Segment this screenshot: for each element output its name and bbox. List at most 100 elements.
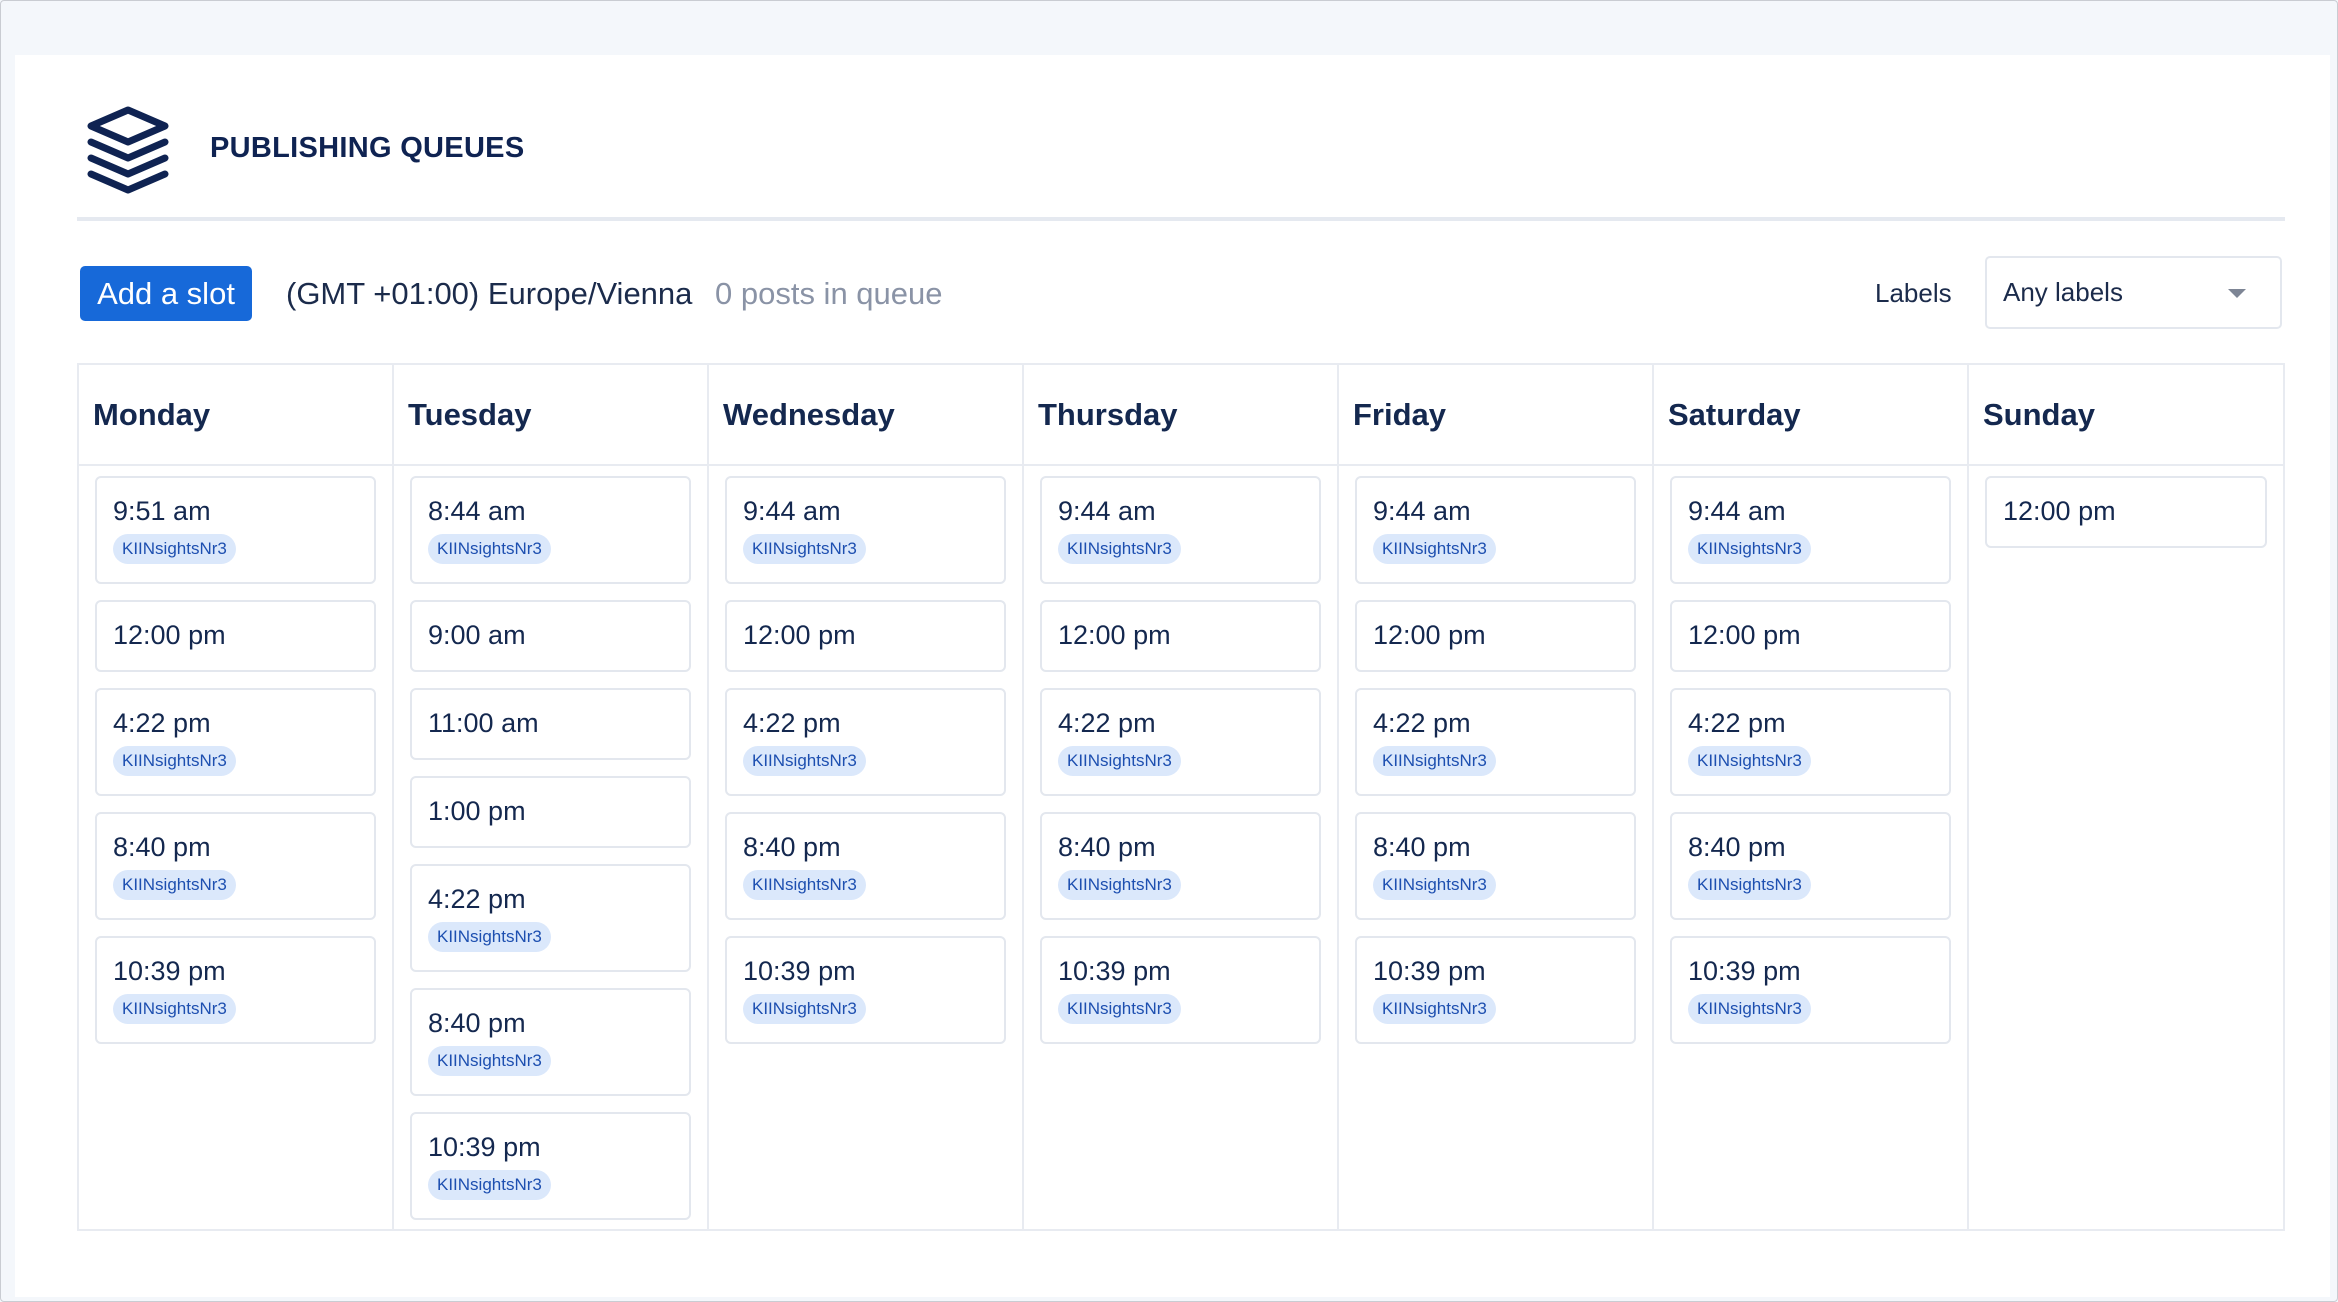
time-slot[interactable]: 12:00 pm (1355, 600, 1636, 672)
time-slot[interactable]: 4:22 pm KIINsightsNr3 (1355, 688, 1636, 796)
day-header: Saturday (1654, 365, 1967, 466)
labels-filter-label: Labels (1875, 278, 1952, 308)
slot-label-badge: KIINsightsNr3 (113, 534, 236, 564)
slot-label-badge: KIINsightsNr3 (113, 746, 236, 776)
slot-time: 1:00 pm (428, 796, 526, 826)
slot-time: 4:22 pm (113, 708, 211, 738)
day-column-sunday: Sunday 12:00 pm (1969, 365, 2283, 1229)
slot-time: 10:39 pm (113, 956, 226, 986)
slot-label-badge: KIINsightsNr3 (1373, 534, 1496, 564)
time-slot[interactable]: 11:00 am (410, 688, 691, 760)
time-slot[interactable]: 8:40 pm KIINsightsNr3 (95, 812, 376, 920)
timezone-label: (GMT +01:00) Europe/Vienna (286, 276, 693, 311)
chevron-down-icon (2228, 289, 2246, 298)
time-slot[interactable]: 8:44 am KIINsightsNr3 (410, 476, 691, 584)
day-header: Tuesday (394, 365, 707, 466)
time-slot[interactable]: 12:00 pm (1040, 600, 1321, 672)
slot-time: 12:00 pm (1058, 620, 1171, 650)
time-slot[interactable]: 9:44 am KIINsightsNr3 (1040, 476, 1321, 584)
day-column-friday: Friday 9:44 am KIINsightsNr3 12:00 pm 4:22 p… (1339, 365, 1654, 1229)
slot-label-badge: KIINsightsNr3 (743, 534, 866, 564)
labels-select-value: Any labels (2003, 277, 2123, 307)
slot-time: 9:51 am (113, 496, 211, 526)
slot-time: 4:22 pm (1373, 708, 1471, 738)
time-slot[interactable]: 10:39 pm KIINsightsNr3 (1040, 936, 1321, 1044)
day-header: Thursday (1024, 365, 1337, 466)
day-header: Wednesday (709, 365, 1022, 466)
slot-label-badge: KIINsightsNr3 (1058, 870, 1181, 900)
time-slot[interactable]: 8:40 pm KIINsightsNr3 (410, 988, 691, 1096)
slot-time: 9:44 am (1688, 496, 1786, 526)
time-slot[interactable]: 4:22 pm KIINsightsNr3 (410, 864, 691, 972)
slot-label-badge: KIINsightsNr3 (1688, 534, 1811, 564)
slot-label-badge: KIINsightsNr3 (1058, 994, 1181, 1024)
slot-label-badge: KIINsightsNr3 (1373, 746, 1496, 776)
time-slot[interactable]: 4:22 pm KIINsightsNr3 (725, 688, 1006, 796)
slot-time: 9:44 am (1373, 496, 1471, 526)
queue-count: 0 posts in queue (715, 276, 943, 311)
queue-panel: PUBLISHING QUEUES Add a slot (GMT +01:00… (15, 55, 2330, 1297)
slot-time: 4:22 pm (428, 884, 526, 914)
time-slot[interactable]: 9:51 am KIINsightsNr3 (95, 476, 376, 584)
slot-time: 4:22 pm (743, 708, 841, 738)
slot-time: 8:40 pm (428, 1008, 526, 1038)
week-grid: Monday 9:51 am KIINsightsNr3 12:00 pm 4:22 p… (77, 363, 2285, 1231)
day-column-wednesday: Wednesday 9:44 am KIINsightsNr3 12:00 pm 4:2… (709, 365, 1024, 1229)
slot-time: 10:39 pm (428, 1132, 541, 1162)
slot-list: 9:44 am KIINsightsNr3 12:00 pm 4:22 pm KIINs… (709, 466, 1022, 1044)
time-slot[interactable]: 12:00 pm (1670, 600, 1951, 672)
slot-time: 10:39 pm (743, 956, 856, 986)
time-slot[interactable]: 12:00 pm (1985, 476, 2267, 548)
slot-label-badge: KIINsightsNr3 (428, 534, 551, 564)
slot-label-badge: KIINsightsNr3 (743, 994, 866, 1024)
slot-label-badge: KIINsightsNr3 (1373, 994, 1496, 1024)
time-slot[interactable]: 4:22 pm KIINsightsNr3 (1670, 688, 1951, 796)
slot-time: 4:22 pm (1688, 708, 1786, 738)
page-title: PUBLISHING QUEUES (210, 132, 525, 164)
slot-label-badge: KIINsightsNr3 (743, 870, 866, 900)
time-slot[interactable]: 8:40 pm KIINsightsNr3 (1040, 812, 1321, 920)
slot-time: 12:00 pm (1688, 620, 1801, 650)
time-slot[interactable]: 8:40 pm KIINsightsNr3 (1670, 812, 1951, 920)
slot-time: 10:39 pm (1688, 956, 1801, 986)
slot-list: 9:44 am KIINsightsNr3 12:00 pm 4:22 pm KIINs… (1654, 466, 1967, 1044)
slot-label-badge: KIINsightsNr3 (1058, 746, 1181, 776)
time-slot[interactable]: 10:39 pm KIINsightsNr3 (1670, 936, 1951, 1044)
time-slot[interactable]: 10:39 pm KIINsightsNr3 (725, 936, 1006, 1044)
slot-time: 12:00 pm (113, 620, 226, 650)
time-slot[interactable]: 10:39 pm KIINsightsNr3 (95, 936, 376, 1044)
time-slot[interactable]: 9:44 am KIINsightsNr3 (1355, 476, 1636, 584)
slot-time: 8:40 pm (113, 832, 211, 862)
time-slot[interactable]: 12:00 pm (725, 600, 1006, 672)
slot-time: 8:40 pm (1058, 832, 1156, 862)
slot-time: 11:00 am (428, 708, 539, 738)
stacked-layers-icon (87, 106, 169, 194)
time-slot[interactable]: 12:00 pm (95, 600, 376, 672)
slot-time: 8:40 pm (743, 832, 841, 862)
time-slot[interactable]: 4:22 pm KIINsightsNr3 (95, 688, 376, 796)
time-slot[interactable]: 8:40 pm KIINsightsNr3 (725, 812, 1006, 920)
slot-label-badge: KIINsightsNr3 (1688, 870, 1811, 900)
slot-list: 9:44 am KIINsightsNr3 12:00 pm 4:22 pm KIINs… (1024, 466, 1337, 1044)
time-slot[interactable]: 10:39 pm KIINsightsNr3 (1355, 936, 1636, 1044)
time-slot[interactable]: 4:22 pm KIINsightsNr3 (1040, 688, 1321, 796)
slot-time: 8:40 pm (1688, 832, 1786, 862)
slot-label-badge: KIINsightsNr3 (743, 746, 866, 776)
day-header: Sunday (1969, 365, 2283, 466)
time-slot[interactable]: 1:00 pm (410, 776, 691, 848)
day-column-thursday: Thursday 9:44 am KIINsightsNr3 12:00 pm 4:22… (1024, 365, 1339, 1229)
time-slot[interactable]: 9:44 am KIINsightsNr3 (725, 476, 1006, 584)
slot-time: 8:40 pm (1373, 832, 1471, 862)
time-slot[interactable]: 8:40 pm KIINsightsNr3 (1355, 812, 1636, 920)
day-column-monday: Monday 9:51 am KIINsightsNr3 12:00 pm 4:22 p… (79, 365, 394, 1229)
slot-label-badge: KIINsightsNr3 (428, 1170, 551, 1200)
header-divider (77, 217, 2285, 221)
slot-time: 12:00 pm (743, 620, 856, 650)
time-slot[interactable]: 10:39 pm KIINsightsNr3 (410, 1112, 691, 1220)
slot-time: 12:00 pm (2003, 496, 2116, 526)
slot-label-badge: KIINsightsNr3 (1058, 534, 1181, 564)
labels-select[interactable]: Any labels (1985, 256, 2282, 329)
time-slot[interactable]: 9:44 am KIINsightsNr3 (1670, 476, 1951, 584)
time-slot[interactable]: 9:00 am (410, 600, 691, 672)
add-slot-button[interactable]: Add a slot (80, 266, 252, 321)
